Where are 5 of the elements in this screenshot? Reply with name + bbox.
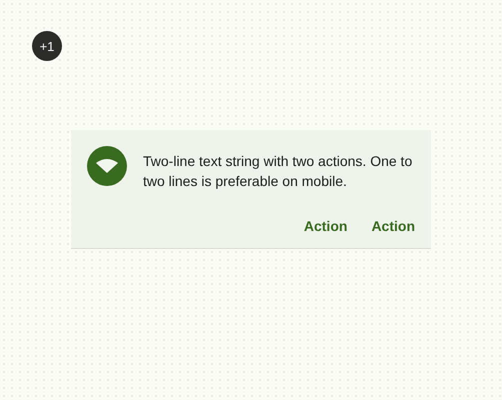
- banner-message: Two-line text string with two actions. One to two lines is preferable on mobile.: [143, 152, 414, 191]
- count-badge: +1: [32, 31, 62, 61]
- wifi-icon: [87, 146, 127, 186]
- action-button[interactable]: Action: [363, 212, 423, 240]
- action-button[interactable]: Action: [296, 212, 356, 240]
